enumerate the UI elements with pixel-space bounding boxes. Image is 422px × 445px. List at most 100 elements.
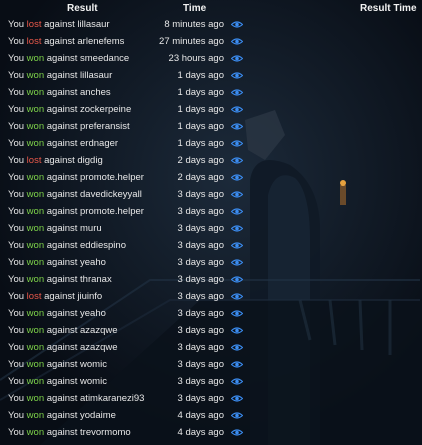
eye-icon[interactable] — [231, 394, 243, 403]
result-text: You won against womic — [8, 376, 107, 387]
eye-icon[interactable] — [231, 292, 243, 301]
eye-icon[interactable] — [231, 173, 243, 182]
result-outcome: lost — [26, 155, 42, 166]
eye-icon[interactable] — [231, 360, 243, 369]
time-ago: 3 days ago — [177, 189, 224, 200]
result-prefix: You — [8, 206, 25, 217]
time-ago: 3 days ago — [177, 308, 224, 319]
table-row: You won against preferansist 1 days ago — [0, 118, 422, 135]
eye-icon[interactable] — [231, 241, 243, 250]
result-prefix: You — [8, 104, 25, 115]
result-prefix: You — [8, 427, 25, 438]
result-opponent: against azazqwe — [46, 342, 118, 353]
result-prefix: You — [8, 393, 25, 404]
eye-icon[interactable] — [231, 428, 243, 437]
table-row: You won against promote.helper 3 days ago — [0, 203, 422, 220]
result-prefix: You — [8, 308, 25, 319]
eye-icon[interactable] — [231, 71, 243, 80]
result-outcome: won — [26, 138, 45, 149]
result-opponent: against azazqwe — [46, 325, 118, 336]
table-row: You won against womic 3 days ago — [0, 373, 422, 390]
time-ago: 3 days ago — [177, 257, 224, 268]
result-text: You won against preferansist — [8, 121, 130, 132]
table-row: You won against trevormomo 4 days ago — [0, 424, 422, 441]
result-prefix: You — [8, 36, 25, 47]
result-text: You won against yeaho — [8, 308, 106, 319]
result-text: You won against promote.helper — [8, 206, 144, 217]
eye-icon[interactable] — [231, 105, 243, 114]
result-prefix: You — [8, 410, 25, 421]
result-outcome: won — [26, 427, 45, 438]
result-opponent: against eddiespino — [46, 240, 126, 251]
eye-icon[interactable] — [231, 258, 243, 267]
table-row: You lost against lillasaur 8 minutes ago — [0, 16, 422, 33]
time-ago: 3 days ago — [177, 359, 224, 370]
time-ago: 1 days ago — [177, 121, 224, 132]
eye-icon[interactable] — [231, 156, 243, 165]
eye-icon[interactable] — [231, 377, 243, 386]
result-opponent: against lillasaur — [46, 70, 113, 81]
result-text: You won against anches — [8, 87, 111, 98]
result-text: You won against davedickeyyall — [8, 189, 142, 200]
table-row: You won against azazqwe 3 days ago — [0, 339, 422, 356]
eye-icon[interactable] — [231, 139, 243, 148]
result-opponent: against thranax — [46, 274, 112, 285]
result-text: You lost against arlenefems — [8, 36, 124, 47]
eye-icon[interactable] — [231, 343, 243, 352]
result-outcome: won — [26, 376, 45, 387]
eye-icon[interactable] — [231, 54, 243, 63]
result-outcome: won — [26, 206, 45, 217]
match-history-panel: Result Time Result Time You lost against… — [0, 0, 422, 445]
time-ago: 3 days ago — [177, 325, 224, 336]
eye-icon[interactable] — [231, 411, 243, 420]
eye-icon[interactable] — [231, 190, 243, 199]
result-opponent: against muru — [46, 223, 102, 234]
eye-icon[interactable] — [231, 207, 243, 216]
eye-icon[interactable] — [231, 88, 243, 97]
result-outcome: lost — [26, 36, 42, 47]
time-ago: 3 days ago — [177, 206, 224, 217]
result-prefix: You — [8, 189, 25, 200]
time-ago: 3 days ago — [177, 274, 224, 285]
result-outcome: won — [26, 342, 45, 353]
result-opponent: against jiuinfo — [44, 291, 103, 302]
result-opponent: against digdig — [44, 155, 103, 166]
time-ago: 2 days ago — [177, 172, 224, 183]
result-prefix: You — [8, 53, 25, 64]
result-prefix: You — [8, 121, 25, 132]
result-outcome: lost — [26, 19, 42, 30]
eye-icon[interactable] — [231, 20, 243, 29]
result-text: You won against trevormomo — [8, 427, 131, 438]
eye-icon[interactable] — [231, 326, 243, 335]
table-row: You won against yeaho 3 days ago — [0, 305, 422, 322]
eye-icon[interactable] — [231, 37, 243, 46]
result-opponent: against womic — [46, 376, 107, 387]
time-ago: 3 days ago — [177, 223, 224, 234]
result-text: You won against smeedance — [8, 53, 129, 64]
result-outcome: won — [26, 189, 45, 200]
result-opponent: against womic — [46, 359, 107, 370]
time-ago: 1 days ago — [177, 104, 224, 115]
time-ago: 1 days ago — [177, 87, 224, 98]
time-ago: 4 days ago — [177, 427, 224, 438]
time-ago: 3 days ago — [177, 291, 224, 302]
table-row: You won against azazqwe 3 days ago — [0, 322, 422, 339]
eye-icon[interactable] — [231, 122, 243, 131]
match-history-list: You lost against lillasaur 8 minutes ago Y… — [0, 16, 422, 441]
result-prefix: You — [8, 138, 25, 149]
result-outcome: won — [26, 87, 45, 98]
eye-icon[interactable] — [231, 224, 243, 233]
result-text: You won against eddiespino — [8, 240, 126, 251]
result-text: You won against thranax — [8, 274, 112, 285]
table-row: You won against atimkaranezi93 3 days ago — [0, 390, 422, 407]
eye-icon[interactable] — [231, 309, 243, 318]
result-opponent: against yeaho — [46, 308, 106, 319]
eye-icon[interactable] — [231, 275, 243, 284]
result-outcome: won — [26, 393, 45, 404]
result-opponent: against promote.helper — [46, 172, 144, 183]
result-text: You won against erdnager — [8, 138, 118, 149]
result-text: You won against womic — [8, 359, 107, 370]
result-opponent: against anches — [46, 87, 111, 98]
result-outcome: lost — [26, 291, 42, 302]
result-text: You won against azazqwe — [8, 342, 118, 353]
